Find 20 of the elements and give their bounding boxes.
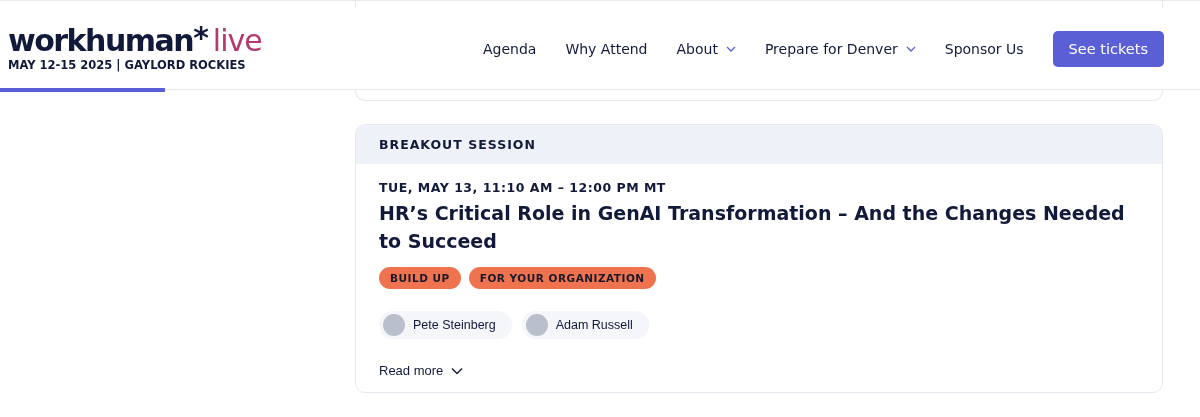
- nav-link[interactable]: Agenda: [482, 40, 537, 57]
- session-title: HR’s Critical Role in GenAI Transformation – And the Changes Needed to Succeed: [379, 201, 1126, 254]
- read-more-button[interactable]: Read more: [379, 363, 464, 378]
- nav-link[interactable]: About: [676, 40, 736, 57]
- logo[interactable]: workhuman*live MAY 12-15 2025 | GAYLORD ROCKIES: [8, 25, 262, 72]
- session-type: BREAKOUT SESSION: [356, 125, 1162, 164]
- session-time: TUE, MAY 13, 11:10 AM – 12:00 PM MT: [379, 180, 667, 195]
- tag[interactable]: BUILD UP: [379, 267, 461, 289]
- speaker-chip[interactable]: Adam Russell: [521, 311, 649, 339]
- chevron-down-icon: [905, 45, 916, 52]
- see-tickets-button[interactable]: See tickets: [1052, 30, 1164, 67]
- avatar-icon: [383, 314, 405, 336]
- chevron-down-icon: [725, 45, 736, 52]
- avatar-icon: [525, 314, 548, 336]
- nav-link[interactable]: Sponsor Us: [944, 40, 1024, 57]
- speaker-chip[interactable]: Pete Steinberg: [379, 311, 512, 339]
- chevron-down-icon: [451, 366, 464, 375]
- tag[interactable]: FOR YOUR ORGANIZATION: [468, 267, 656, 289]
- nav-link[interactable]: Why Attend: [565, 40, 648, 57]
- nav-link[interactable]: Prepare for Denver: [764, 40, 916, 57]
